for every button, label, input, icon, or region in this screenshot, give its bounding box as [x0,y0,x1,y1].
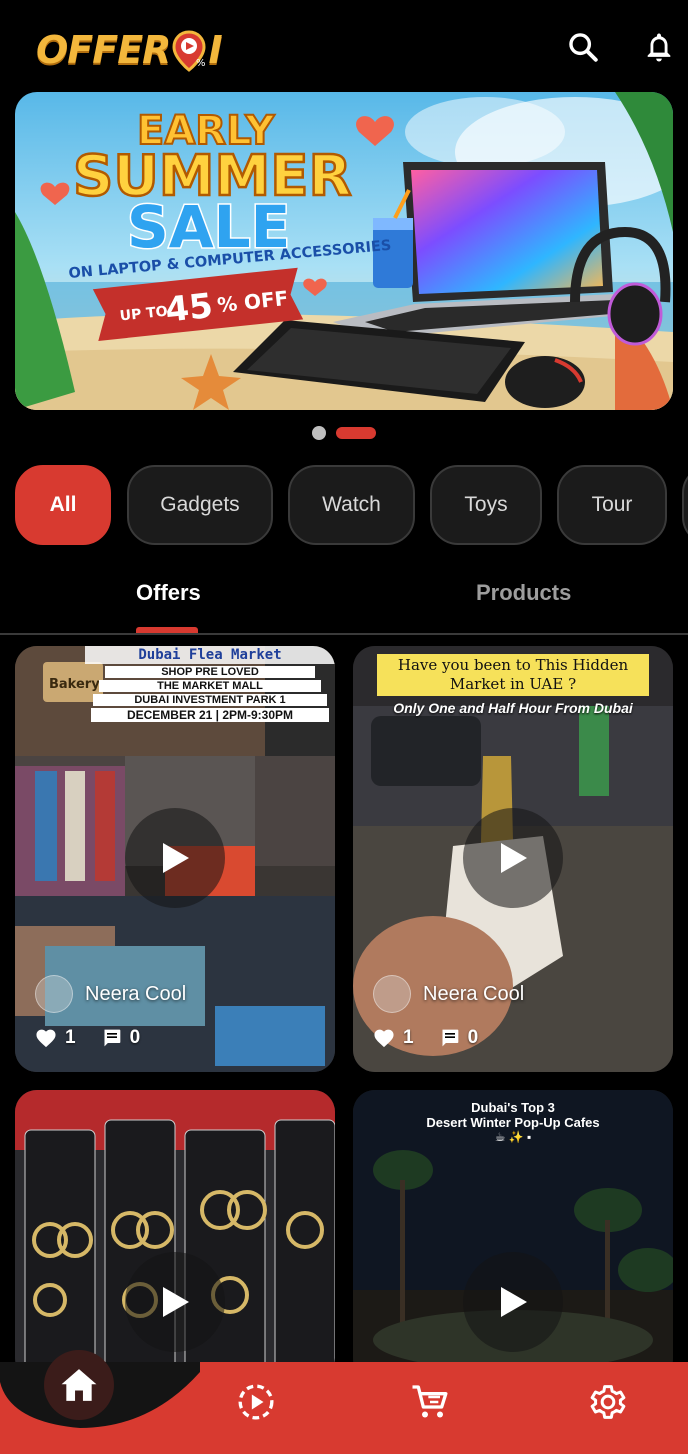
caption-title: Dubai Flea Market [85,646,335,664]
caption-line: THE MARKET MALL [99,680,321,692]
chip-toys[interactable]: Toys [430,465,542,545]
nav-reels[interactable] [236,1382,276,1422]
like-stat[interactable]: 1 [373,1027,414,1049]
promo-banner[interactable]: EARLY SUMMER SALE ON LAPTOP & COMPUTER A… [15,92,673,410]
play-circle-icon [238,1384,274,1420]
comment-count: 0 [467,1027,479,1048]
card-caption: Dubai Flea Market SHOP PRE LOVED THE MAR… [85,646,335,722]
tab-active-indicator [136,627,198,633]
offer-card[interactable]: Bakery Dubai Flea Market SHOP PRE LOVED … [15,646,335,1072]
tab-products[interactable]: Products [476,580,571,606]
card-stats: 1 0 [373,1027,478,1049]
offer-card[interactable]: Dubai's Top 3 Desert Winter Pop-Up Cafes… [353,1090,673,1380]
chip-gadgets[interactable]: Gadgets [127,465,273,545]
like-count: 1 [403,1027,414,1048]
nav-cart[interactable] [410,1382,450,1422]
caption-sub: Only One and Half Hour From Dubai [393,700,633,716]
emoji-row: ☕ ✨ ▪ [494,1130,532,1144]
logo-text: OFFER [36,28,171,72]
card-caption: Dubai's Top 3 Desert Winter Pop-Up Cafes… [393,1100,633,1144]
comment-count: 0 [129,1027,141,1048]
card-author[interactable]: Neera Cool [373,975,524,1013]
nav-home[interactable] [44,1350,114,1420]
bell-icon[interactable] [642,30,676,64]
caption-line: DECEMBER 21 | 2PM-9:30PM [91,708,329,722]
avatar [373,975,411,1013]
caption-title: Have you been to This Hidden Market in U… [377,654,649,696]
offer-card[interactable]: Have you been to This Hidden Market in U… [353,646,673,1072]
play-icon [501,1287,527,1317]
comment-stat[interactable]: 0 [440,1027,479,1049]
play-icon [163,843,189,873]
play-icon [501,843,527,873]
carousel-indicator [312,426,376,440]
comment-icon [442,1029,458,1047]
home-icon [61,1369,97,1401]
offer-card[interactable] [15,1090,335,1380]
like-count: 1 [65,1027,76,1048]
tab-offers[interactable]: Offers [136,580,201,606]
author-name: Neera Cool [85,982,187,1005]
caption-line: DUBAI INVESTMENT PARK 1 [93,694,327,706]
bottom-navigation [0,1350,688,1454]
logo-text-i: I [208,28,223,72]
nav-settings[interactable] [588,1382,628,1422]
logo-pin-icon: % [172,30,206,72]
author-name: Neera Cool [423,982,525,1005]
play-button[interactable] [125,1252,225,1352]
carousel-dot-active[interactable] [336,427,376,439]
caption-line: SHOP PRE LOVED [105,666,315,678]
app-logo[interactable]: OFFER % I [36,26,223,74]
like-stat[interactable]: 1 [35,1027,76,1049]
card-caption: Have you been to This Hidden Market in U… [377,654,649,716]
chip-watch[interactable]: Watch [288,465,415,545]
carousel-dot[interactable] [312,426,326,440]
category-chips: All Gadgets Watch Toys Tour [15,465,688,545]
comment-stat[interactable]: 0 [102,1027,141,1049]
card-stats: 1 0 [35,1027,140,1049]
caption-sub: Desert Winter Pop-Up Cafes [426,1115,600,1130]
banner-offer-value: 45 [163,286,214,331]
svg-text:%: % [196,58,206,69]
heart-icon [374,1029,394,1048]
chip-all[interactable]: All [15,465,111,545]
comment-icon [104,1029,120,1047]
play-button[interactable] [125,808,225,908]
play-icon [163,1287,189,1317]
avatar [35,975,73,1013]
play-button[interactable] [463,808,563,908]
content-tabs: Offers Products [0,560,688,635]
caption-title: Dubai's Top 3 [471,1100,555,1115]
cart-icon [412,1385,448,1418]
search-icon[interactable] [566,30,600,64]
play-button[interactable] [463,1252,563,1352]
chip-tour[interactable]: Tour [557,465,667,545]
chip-more[interactable] [682,465,688,545]
heart-icon [36,1029,56,1048]
app-header: OFFER % I [0,0,688,92]
card-author[interactable]: Neera Cool [35,975,186,1013]
settings-icon [590,1385,626,1419]
